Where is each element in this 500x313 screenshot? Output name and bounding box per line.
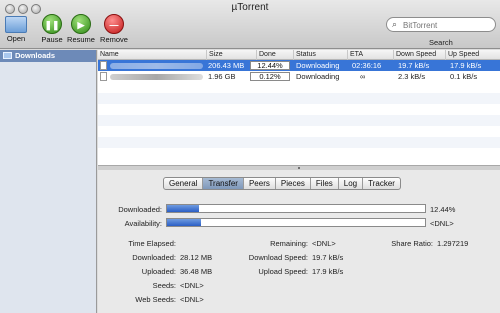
share-ratio-label: Share Ratio:	[391, 239, 433, 248]
download-speed-value: 19.7 kB/s	[312, 253, 344, 262]
share-ratio-value: 1.297219	[437, 239, 469, 248]
availability-bar-label: Availability:	[124, 219, 162, 228]
tab-tracker[interactable]: Tracker	[363, 178, 400, 189]
sidebar: Downloads	[0, 50, 97, 313]
sidebar-item-downloads[interactable]: Downloads	[0, 50, 96, 62]
uploaded-value: 36.48 MB	[180, 267, 213, 276]
seeds-value: <DNL>	[180, 281, 204, 290]
downloaded-progress-fill	[167, 205, 200, 212]
search-label: Search	[429, 38, 453, 47]
column-status[interactable]: Status	[293, 50, 347, 60]
folder-icon	[3, 52, 12, 59]
tab-pieces[interactable]: Pieces	[276, 178, 311, 189]
torrent-name	[110, 60, 205, 71]
resume-label: Resume	[67, 35, 95, 44]
torrent-status: Downloading	[296, 61, 340, 70]
downloaded-bar-label: Downloaded:	[118, 205, 162, 214]
title-toolbar: µTorrent Open ❚❚ Pause ▶ Resume — Remove…	[0, 0, 500, 49]
detail-pane: General Transfer Peers Pieces Files Log …	[98, 170, 500, 313]
tab-transfer[interactable]: Transfer	[203, 178, 244, 189]
pause-button[interactable]: ❚❚ Pause	[40, 14, 64, 44]
remaining-label: Remaining:	[270, 239, 308, 248]
empty-row	[98, 115, 500, 126]
torrent-eta: 02:36:16	[352, 61, 382, 70]
table-row[interactable]: 206.43 MB 12.44% Downloading 02:36:16 19…	[98, 60, 500, 71]
time-elapsed-label: Time Elapsed:	[128, 239, 176, 248]
torrent-down-speed: 19.7 kB/s	[398, 61, 430, 70]
list-header: Name Size Done Status ETA Down Speed Up …	[98, 50, 500, 60]
file-icon	[100, 72, 107, 81]
play-icon: ▶	[71, 14, 91, 34]
done-percent: 12.44%	[250, 61, 290, 70]
window-title: µTorrent	[231, 2, 269, 13]
seeds-label: Seeds:	[152, 281, 176, 290]
column-up-speed[interactable]: Up Speed	[445, 50, 500, 60]
open-label: Open	[6, 34, 26, 43]
availability-progress-fill	[167, 219, 201, 226]
torrent-down-speed: 2.3 kB/s	[398, 72, 426, 81]
remaining-value: <DNL>	[312, 239, 336, 248]
download-speed-label: Download Speed:	[248, 253, 308, 262]
torrent-eta: ∞	[360, 72, 366, 81]
splitter-handle[interactable]	[298, 167, 300, 169]
pause-label: Pause	[41, 35, 63, 44]
torrent-size: 206.43 MB	[208, 61, 245, 70]
blurred-name	[110, 74, 203, 80]
minus-icon: —	[104, 14, 124, 34]
availability-progress-bar	[166, 218, 426, 227]
torrent-up-speed: 0.1 kB/s	[450, 72, 478, 81]
sidebar-item-label: Downloads	[15, 51, 56, 60]
blurred-name	[110, 63, 203, 69]
availability-bar-value: <DNL>	[430, 219, 454, 228]
column-down-speed[interactable]: Down Speed	[393, 50, 445, 60]
search-icon: ⌕	[392, 19, 398, 29]
torrent-name	[110, 71, 205, 82]
empty-row	[98, 137, 500, 148]
uploaded-label: Uploaded:	[141, 267, 176, 276]
column-eta[interactable]: ETA	[347, 50, 393, 60]
downloaded-value: 28.12 MB	[180, 253, 213, 262]
file-icon	[100, 61, 107, 70]
open-button[interactable]: Open	[4, 14, 28, 43]
column-name[interactable]: Name	[98, 50, 206, 60]
web-seeds-value: <DNL>	[180, 295, 204, 304]
search-field[interactable]: ⌕	[386, 17, 496, 32]
upload-speed-value: 17.9 kB/s	[312, 267, 344, 276]
folder-icon	[5, 16, 27, 33]
remove-button[interactable]: — Remove	[99, 14, 129, 44]
pause-icon: ❚❚	[42, 14, 62, 34]
column-done[interactable]: Done	[256, 50, 293, 60]
torrent-up-speed: 17.9 kB/s	[450, 61, 482, 70]
tab-files[interactable]: Files	[311, 178, 339, 189]
resume-button[interactable]: ▶ Resume	[66, 14, 96, 44]
table-row[interactable]: 1.96 GB 0.12% Downloading ∞ 2.3 kB/s 0.1…	[98, 71, 500, 82]
torrent-list: Name Size Done Status ETA Down Speed Up …	[98, 50, 500, 165]
web-seeds-label: Web Seeds:	[135, 295, 176, 304]
torrent-status: Downloading	[296, 72, 340, 81]
empty-row	[98, 93, 500, 104]
downloaded-bar-value: 12.44%	[430, 205, 456, 214]
downloaded-progress-bar	[166, 204, 426, 213]
tab-peers[interactable]: Peers	[244, 178, 276, 189]
detail-tabs: General Transfer Peers Pieces Files Log …	[163, 177, 401, 190]
downloaded-label: Downloaded:	[132, 253, 176, 262]
torrent-size: 1.96 GB	[208, 72, 236, 81]
remove-label: Remove	[100, 35, 128, 44]
upload-speed-label: Upload Speed:	[258, 267, 308, 276]
done-percent: 0.12%	[250, 72, 290, 81]
search-input[interactable]	[403, 19, 491, 31]
tab-log[interactable]: Log	[339, 178, 364, 189]
tab-general[interactable]: General	[164, 178, 204, 189]
column-size[interactable]: Size	[206, 50, 256, 60]
